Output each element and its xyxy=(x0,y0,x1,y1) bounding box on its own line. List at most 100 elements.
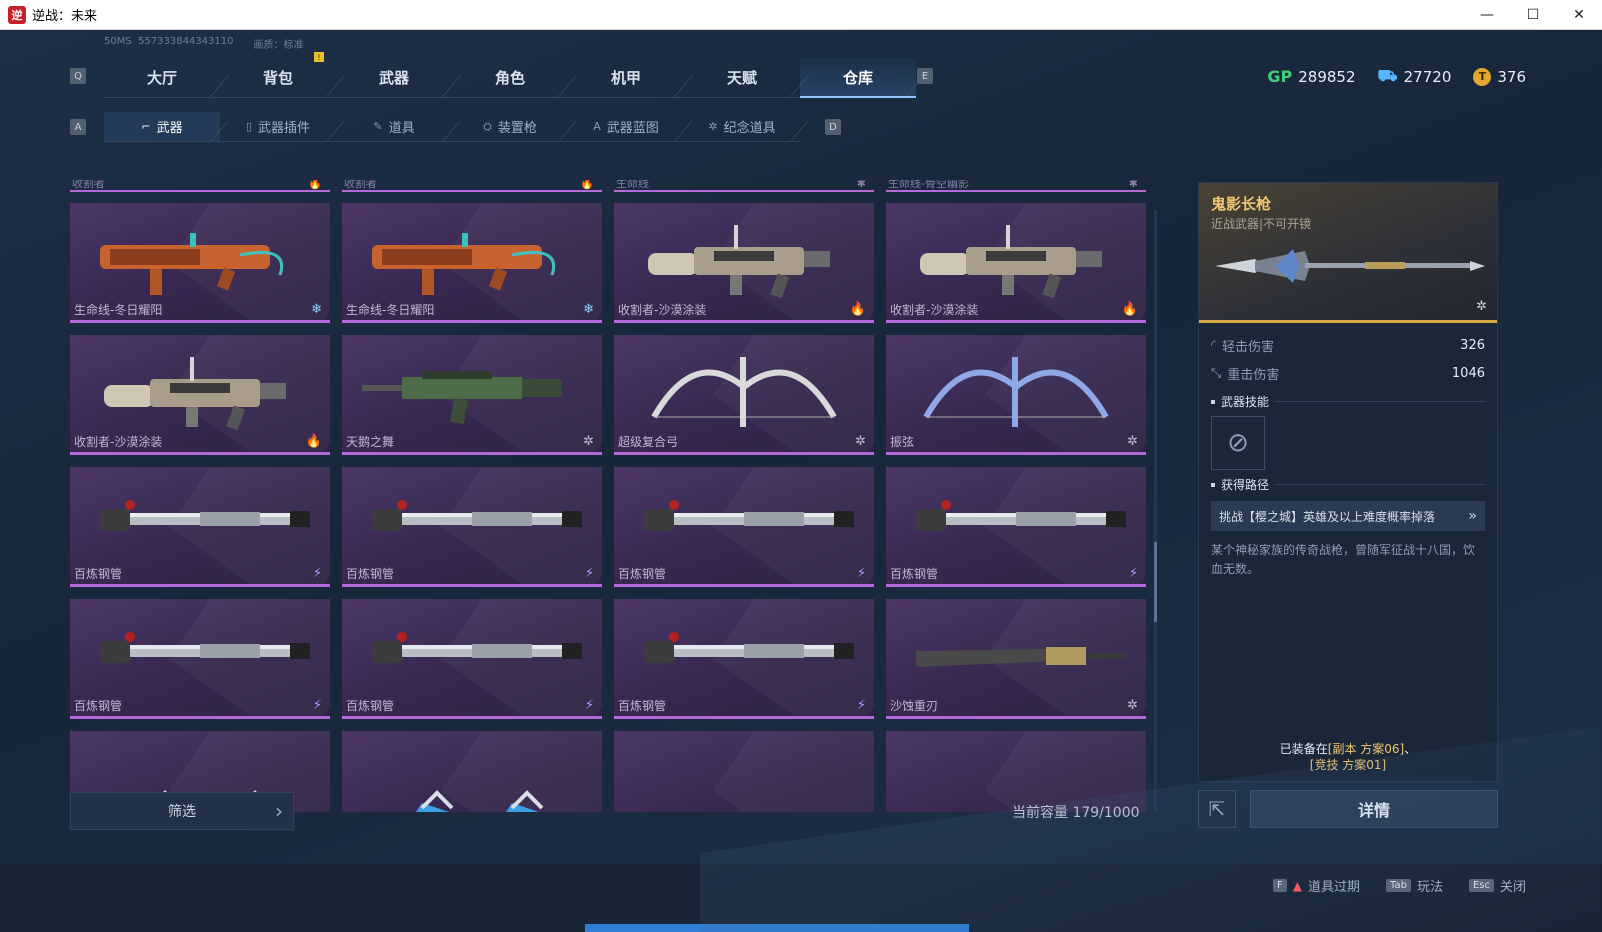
prev-subtab-key[interactable]: A xyxy=(70,119,86,135)
app-icon: 逆 xyxy=(8,5,26,24)
inventory-item[interactable]: 百炼钢管 ⚡ xyxy=(614,467,874,587)
inventory-item[interactable]: 百炼钢管 ⚡ xyxy=(70,599,330,719)
star-tag-icon: ✲ xyxy=(855,434,866,449)
inventory-item[interactable]: 百炼钢管 ⚡ xyxy=(886,467,1146,587)
skill-section-title: 武器技能 xyxy=(1211,393,1485,410)
scrollbar-track[interactable] xyxy=(1154,210,1157,810)
inventory-item[interactable]: 天鹅之舞 ✲ xyxy=(342,335,602,455)
inventory-item[interactable] xyxy=(614,731,874,812)
item-name: 沙蚀重刃 xyxy=(890,699,939,713)
subtab-icon: ▯ xyxy=(245,120,253,133)
acquire-route-link[interactable]: 挑战【樱之城】英雄及以上难度概率掉落 » xyxy=(1211,501,1485,531)
item-name: 百炼钢管 xyxy=(346,699,395,713)
item-name: 百炼钢管 xyxy=(74,567,123,581)
currency-1: ⛟ 27720 xyxy=(1378,66,1452,87)
hint-0[interactable]: F ▲ 道具过期 xyxy=(1272,876,1360,895)
currency-value: 376 xyxy=(1497,67,1526,86)
item-name: 超级复合弓 xyxy=(618,435,679,449)
loading-progress-bar xyxy=(585,924,969,932)
partial-item-tag: ✱ xyxy=(1128,180,1138,190)
currency-value: 289852 xyxy=(1298,67,1356,86)
partial-item-tag: ✱ xyxy=(856,180,866,190)
minimize-button[interactable]: — xyxy=(1464,0,1510,30)
prev-tab-key[interactable]: Q xyxy=(70,68,86,84)
next-tab-key[interactable]: E xyxy=(917,68,933,84)
fire-tag-icon: 🔥 xyxy=(305,434,322,449)
hint-2[interactable]: Esc 关闭 xyxy=(1468,876,1526,895)
tab-1[interactable]: 背包 xyxy=(220,58,336,98)
weapon-image xyxy=(920,225,1102,299)
warning-icon: ▲ xyxy=(1292,878,1302,893)
subtab-icon: ⛭ xyxy=(483,119,492,133)
subtab-icon: ✲ xyxy=(708,120,718,133)
keycap: Esc xyxy=(1468,879,1494,892)
partial-item[interactable]: 收割者 🔥 xyxy=(70,180,330,192)
share-button[interactable]: ⇱ xyxy=(1198,790,1236,828)
tab-4[interactable]: 机甲 xyxy=(568,58,684,98)
subtab-icon: A xyxy=(593,120,601,133)
bolt-tag-icon: ⚡ xyxy=(312,698,322,713)
tab-2[interactable]: 武器 xyxy=(336,58,452,98)
item-name: 百炼钢管 xyxy=(618,699,667,713)
inventory-item[interactable] xyxy=(886,731,1146,812)
bottom-bar: F ▲ 道具过期 Tab 玩法 Esc 关闭 xyxy=(0,864,1602,932)
inventory-item[interactable]: 百炼钢管 ⚡ xyxy=(70,467,330,587)
subtab-4[interactable]: A 武器蓝图 xyxy=(568,112,684,142)
partial-item-name: 生命线-骨空幽影 xyxy=(888,180,969,190)
tab-6[interactable]: 仓库 xyxy=(800,58,916,98)
item-name: 收割者-沙漠涂装 xyxy=(890,303,979,317)
item-name: 天鹅之舞 xyxy=(346,435,395,449)
partial-item[interactable]: 生命线-骨空幽影 ✱ xyxy=(886,180,1146,192)
weapon-image xyxy=(372,500,582,531)
item-name: 百炼钢管 xyxy=(346,567,395,581)
partial-item[interactable]: 生命线 ✱ xyxy=(614,180,874,192)
subtab-1[interactable]: ▯ 武器插件 xyxy=(220,112,336,142)
inventory-item[interactable]: 百炼钢管 ⚡ xyxy=(342,599,602,719)
inventory-item[interactable]: 百炼钢管 ⚡ xyxy=(614,599,874,719)
filter-button[interactable]: 筛选 › xyxy=(70,792,294,830)
subtab-0[interactable]: ⌐ 武器 xyxy=(104,112,220,142)
weapon-image xyxy=(100,632,310,663)
weapon-image xyxy=(923,357,1109,427)
item-description: 某个神秘家族的传奇战枪，曾随军征战十八国，饮血无数。 xyxy=(1211,543,1476,576)
inventory-item[interactable]: 沙蚀重刃 ✲ xyxy=(886,599,1146,719)
stat-light-damage: ◜ 轻击伤害 326 xyxy=(1211,337,1485,355)
subtab-3[interactable]: ⛭ 装置枪 xyxy=(452,112,568,142)
bolt-tag-icon: ⚡ xyxy=(312,566,322,581)
next-subtab-key[interactable]: D xyxy=(825,119,841,135)
details-button[interactable]: 详情 xyxy=(1250,790,1498,828)
inventory-item[interactable]: 收割者-沙漠涂装 🔥 xyxy=(614,203,874,323)
item-name: 收割者-沙漠涂装 xyxy=(74,435,163,449)
subtab-5[interactable]: ✲ 纪念道具 xyxy=(684,112,800,142)
subtab-icon: ✎ xyxy=(373,120,383,133)
maximize-button[interactable]: ☐ xyxy=(1510,0,1556,30)
tab-5[interactable]: 天赋 xyxy=(684,58,800,98)
scrollbar-thumb[interactable] xyxy=(1154,542,1157,622)
inventory-item[interactable]: 超级复合弓 ✲ xyxy=(614,335,874,455)
subtab-2[interactable]: ✎ 道具 xyxy=(336,112,452,142)
inventory-item[interactable]: 收割者-沙漠涂装 🔥 xyxy=(70,335,330,455)
partial-item[interactable]: 收割者 🔥 xyxy=(342,180,602,192)
heavy-attack-icon: ⤡ xyxy=(1211,365,1222,381)
inventory-item[interactable]: 振弦 ✲ xyxy=(886,335,1146,455)
weapon-skill-icon[interactable]: ⊘ xyxy=(1211,416,1265,470)
item-name: 百炼钢管 xyxy=(74,699,123,713)
inventory-item[interactable]: 百炼钢管 ⚡ xyxy=(342,467,602,587)
hint-1[interactable]: Tab 玩法 xyxy=(1386,876,1443,895)
inventory-item[interactable]: 生命线-冬日耀阳 ❄ xyxy=(70,203,330,323)
inventory-item[interactable]: 收割者-沙漠涂装 🔥 xyxy=(886,203,1146,323)
hint-label: 关闭 xyxy=(1499,880,1526,895)
inventory-item[interactable] xyxy=(342,731,602,812)
double-chevron-right-icon: » xyxy=(1464,508,1477,524)
weapon-image xyxy=(644,632,854,663)
hint-label: 道具过期 xyxy=(1307,880,1360,895)
tab-0[interactable]: 大厅 xyxy=(104,58,220,98)
filter-label: 筛选 xyxy=(168,804,196,820)
tab-3[interactable]: 角色 xyxy=(452,58,568,98)
inventory-grid: 生命线-冬日耀阳 ❄ 生命线-冬日耀阳 ❄ 收割者-沙漠涂装 🔥 收割者-沙漠涂装 🔥 收割者-… xyxy=(70,203,1146,812)
stat-heavy-damage: ⤡ 重击伤害 1046 xyxy=(1211,365,1485,383)
inventory-item[interactable]: 生命线-冬日耀阳 ❄ xyxy=(342,203,602,323)
weapon-image xyxy=(644,500,854,531)
close-button[interactable]: ✕ xyxy=(1556,0,1602,30)
item-name: 振弦 xyxy=(890,435,915,449)
